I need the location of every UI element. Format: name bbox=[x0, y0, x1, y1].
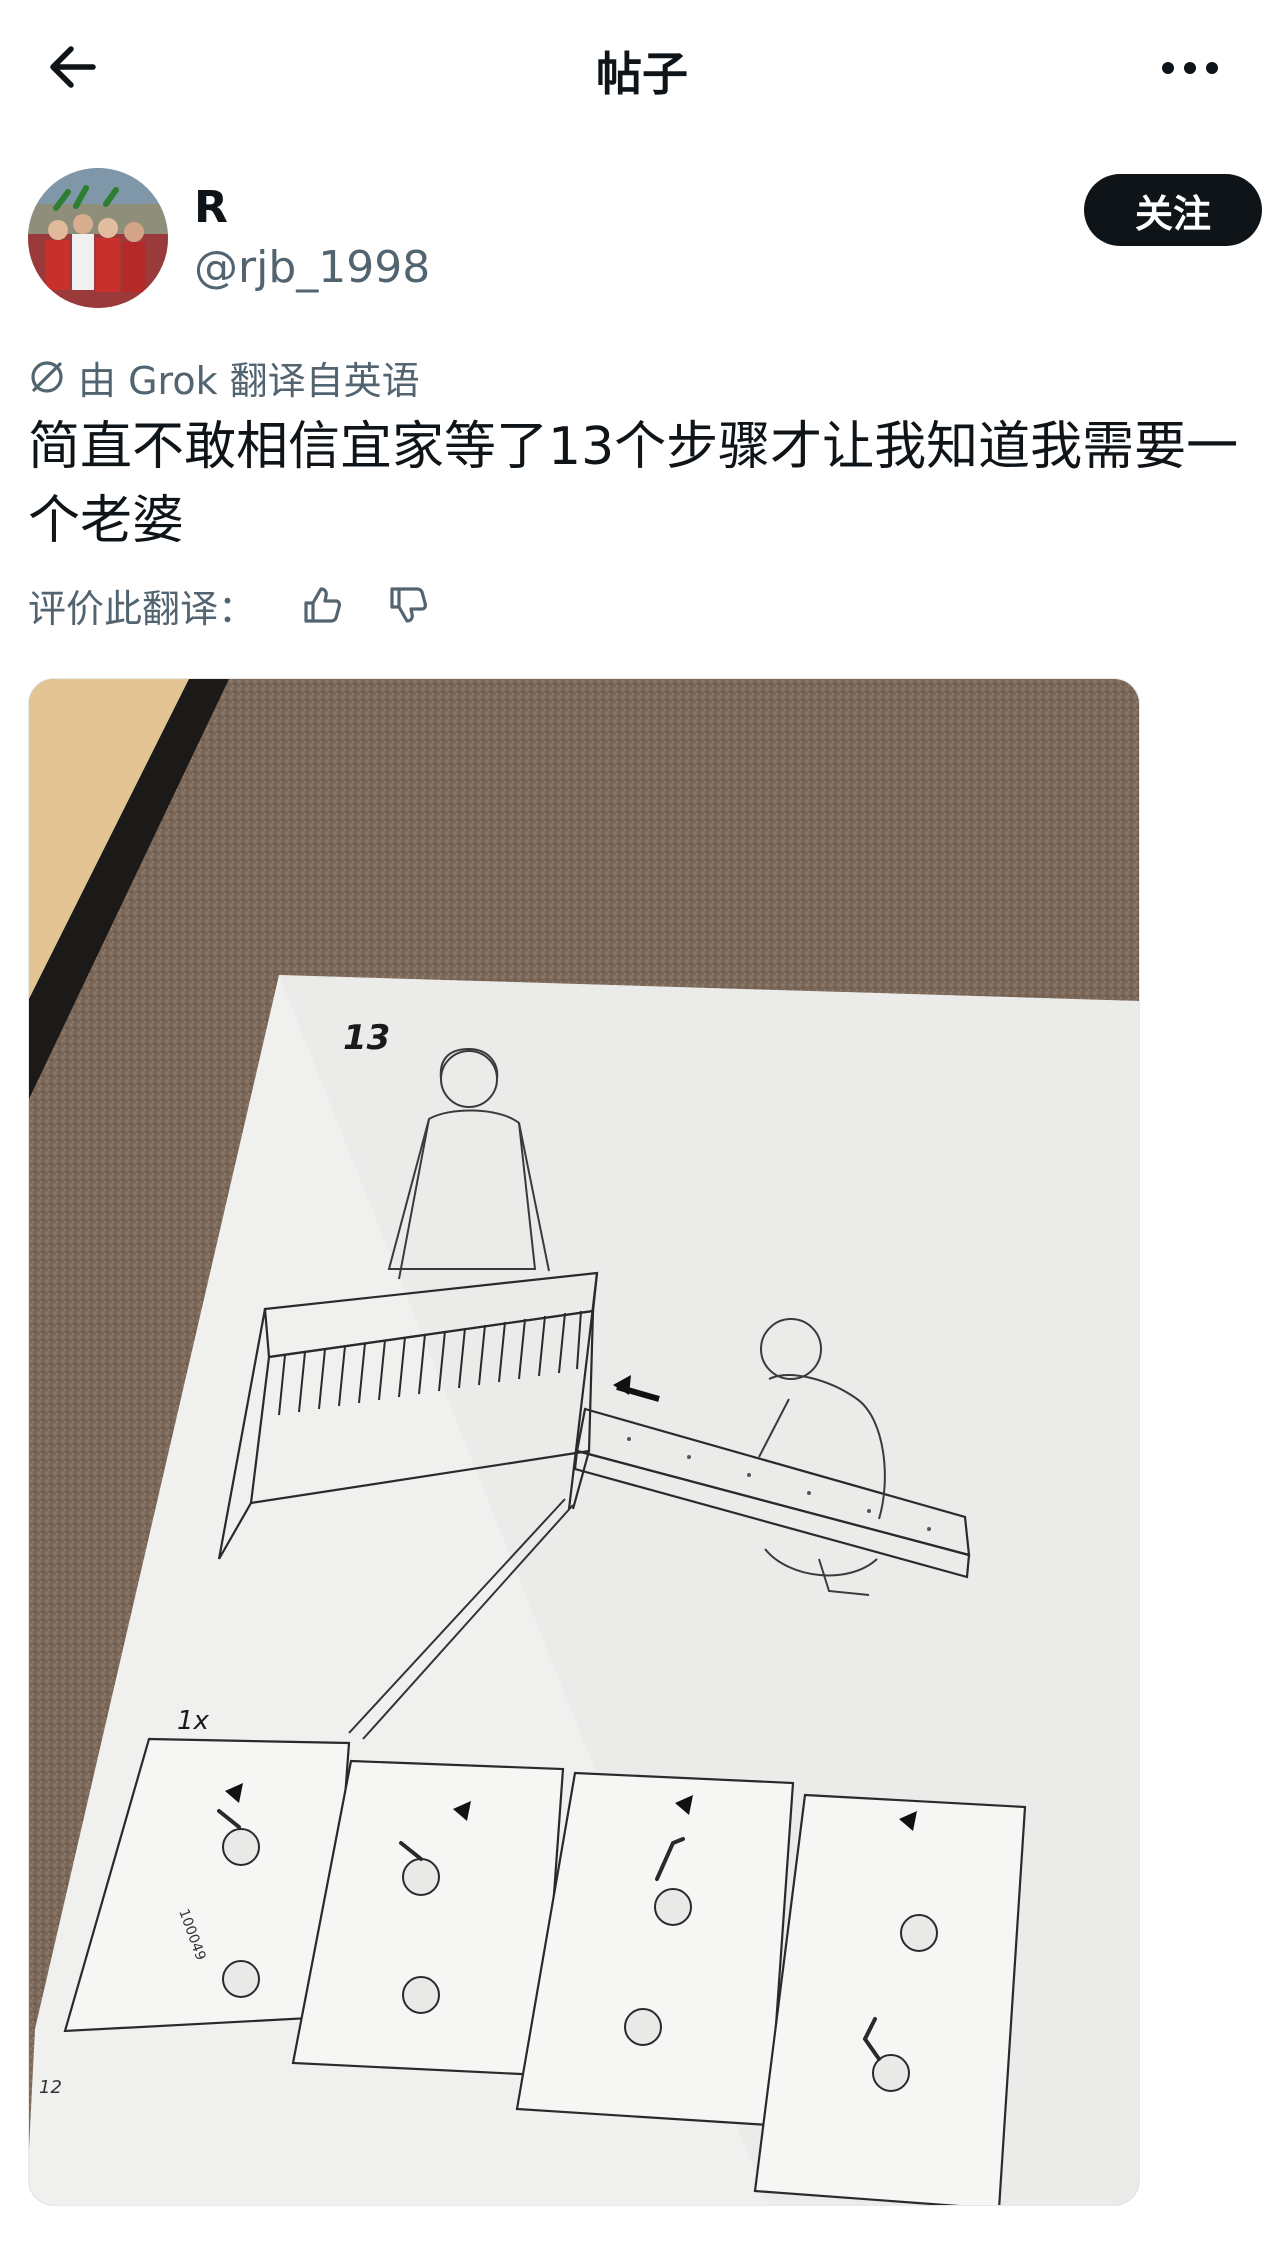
top-bar: 帖子 bbox=[0, 0, 1284, 130]
thumbs-up-icon bbox=[304, 587, 341, 623]
page-title: 帖子 bbox=[596, 47, 688, 101]
more-button[interactable] bbox=[1150, 38, 1230, 98]
rating-label: 评价此翻译： bbox=[28, 586, 257, 631]
author-row: R @rjb_1998 关注 bbox=[28, 168, 1262, 318]
thumbs-up-button[interactable] bbox=[296, 579, 348, 631]
step-number: 13 bbox=[343, 1018, 390, 1058]
translation-label: 由 Grok 翻译自英语 bbox=[78, 358, 420, 403]
display-name[interactable]: R bbox=[194, 182, 228, 233]
more-horizontal-icon bbox=[1162, 62, 1218, 74]
follow-button[interactable]: 关注 bbox=[1084, 174, 1262, 246]
user-handle[interactable]: @rjb_1998 bbox=[194, 242, 430, 293]
translate-icon bbox=[28, 357, 68, 397]
detail-count: 1x bbox=[177, 1706, 210, 1736]
translation-rating: 评价此翻译： bbox=[28, 575, 434, 635]
translation-notice[interactable]: 由 Grok 翻译自英语 bbox=[28, 352, 420, 403]
post-text: 简直不敢相信宜家等了13个步骤才让我知道我需要一个老婆 bbox=[28, 417, 1239, 551]
page-number: 12 bbox=[39, 2077, 62, 2098]
post-image[interactable]: 13 1x 100049 12 bbox=[28, 678, 1140, 2206]
thumbs-down-icon bbox=[390, 587, 427, 623]
avatar[interactable] bbox=[28, 168, 168, 308]
thumbs-down-button[interactable] bbox=[382, 579, 434, 631]
